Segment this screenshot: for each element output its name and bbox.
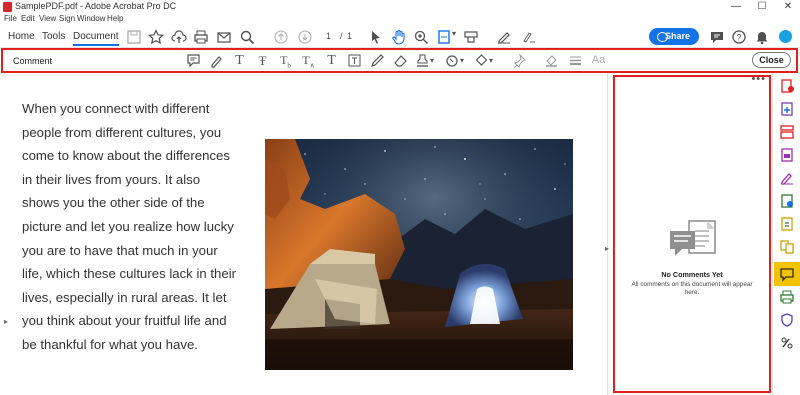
hand-tool-icon[interactable] (391, 29, 407, 45)
no-comments-icon (670, 220, 716, 256)
export-pdf-icon[interactable] (779, 78, 795, 94)
request-signature-icon[interactable] (779, 193, 795, 209)
text-box-icon[interactable] (347, 53, 362, 68)
page-separator: / (340, 31, 343, 41)
help-icon[interactable]: ? (731, 29, 747, 45)
menu-view[interactable]: View (39, 14, 56, 23)
svg-text:?: ? (736, 33, 741, 43)
tab-tools[interactable]: Tools (42, 31, 65, 42)
search-icon[interactable] (239, 29, 255, 45)
bookmark-star-icon[interactable] (148, 29, 164, 45)
combine-files-icon[interactable] (779, 239, 795, 255)
draw-pencil-icon[interactable] (370, 53, 385, 68)
menu-bar: File Edit View Sign Window Help (0, 14, 800, 26)
fit-dropdown-chevron-icon[interactable]: ▾ (452, 29, 460, 45)
add-text-comment-icon[interactable]: T (324, 53, 339, 68)
save-icon[interactable] (126, 29, 142, 45)
current-page-field[interactable]: 1 (326, 31, 331, 41)
pin-icon[interactable] (512, 53, 527, 69)
close-comment-button[interactable]: Close (752, 52, 791, 68)
comment-toolbar: Comment T Ŧ Tb T∧ T ▾ ▾ ▾ Aa Close (1, 48, 798, 73)
protect-shield-icon[interactable] (779, 312, 795, 328)
shapes-dropdown-chevron-icon[interactable]: ▾ (487, 53, 495, 68)
comment-tool-icon[interactable] (774, 262, 800, 286)
comments-panel: ••• No Comments Yet All comments on this… (613, 73, 771, 393)
title-bar: SamplePDF.pdf - Adobe Acrobat Pro DC — ☐… (0, 0, 800, 14)
highlight-pen-icon[interactable] (209, 53, 224, 68)
left-panel-toggle-icon[interactable]: ▸ (4, 317, 8, 326)
edit-pdf-icon[interactable] (779, 147, 795, 163)
window-title: SamplePDF.pdf - Adobe Acrobat Pro DC (15, 1, 177, 11)
document-view[interactable]: ▸ When you connect with different people… (0, 73, 612, 395)
total-pages: 1 (347, 31, 353, 41)
tab-home[interactable]: Home (8, 31, 35, 42)
comment-toolbar-label: Comment (13, 56, 53, 66)
menu-window[interactable]: Window (77, 14, 105, 23)
zoom-in-icon[interactable] (413, 29, 429, 45)
menu-help[interactable]: Help (107, 14, 123, 23)
print-icon[interactable] (193, 29, 209, 45)
fill-sign-icon[interactable] (779, 170, 795, 186)
maximize-button[interactable]: ☐ (749, 0, 775, 14)
right-panel-toggle-icon[interactable]: ▸ (605, 244, 609, 253)
acrobat-logo-icon (3, 2, 12, 12)
share-button[interactable]: Share (649, 28, 699, 45)
page-up-icon[interactable] (273, 29, 289, 45)
line-weight-icon[interactable] (568, 53, 583, 68)
eraser-icon[interactable] (393, 53, 408, 68)
tools-rail (772, 73, 800, 395)
menu-edit[interactable]: Edit (21, 14, 35, 23)
more-options-icon[interactable]: ••• (751, 73, 766, 85)
upload-cloud-icon[interactable] (171, 29, 187, 45)
close-window-button[interactable]: ✕ (775, 0, 800, 14)
attach-dropdown-chevron-icon[interactable]: ▾ (458, 53, 466, 68)
panel-divider[interactable] (607, 73, 608, 395)
email-icon[interactable] (216, 29, 232, 45)
menu-sign[interactable]: Sign (59, 14, 75, 23)
insert-text-icon[interactable]: T∧ (301, 53, 316, 69)
chat-icon[interactable] (709, 29, 725, 45)
replace-text-icon[interactable]: Tb (278, 53, 293, 69)
more-tools-rail-icon[interactable] (779, 335, 795, 351)
sticky-note-icon[interactable] (186, 53, 201, 68)
stamp-dropdown-chevron-icon[interactable]: ▾ (428, 53, 436, 68)
more-tools-icon[interactable] (521, 29, 537, 45)
tab-document[interactable]: Document (73, 31, 119, 46)
menu-file[interactable]: File (4, 14, 17, 23)
strikethrough-text-icon[interactable]: Ŧ (255, 53, 270, 68)
underline-text-icon[interactable]: T (232, 53, 247, 68)
font-icon[interactable]: Aa (591, 53, 606, 68)
select-cursor-icon[interactable] (368, 29, 384, 45)
no-comments-title: No Comments Yet (661, 270, 723, 279)
camping-night-photo (265, 139, 573, 370)
page-down-icon[interactable] (297, 29, 313, 45)
profile-avatar[interactable] (779, 30, 792, 43)
compress-pdf-icon[interactable] (779, 216, 795, 232)
fill-color-icon[interactable] (544, 53, 559, 68)
sign-icon[interactable] (496, 29, 512, 45)
create-pdf-icon[interactable] (779, 101, 795, 117)
minimize-button[interactable]: — (723, 0, 749, 14)
document-paragraph: When you connect with different people f… (22, 101, 237, 352)
print-production-icon[interactable] (779, 289, 795, 305)
keyboard-icon[interactable] (463, 29, 479, 45)
notifications-bell-icon[interactable] (754, 29, 770, 45)
no-comments-subtitle: All comments on this document will appea… (631, 281, 753, 296)
fit-page-icon[interactable] (436, 29, 452, 45)
organize-pages-icon[interactable] (779, 124, 795, 140)
